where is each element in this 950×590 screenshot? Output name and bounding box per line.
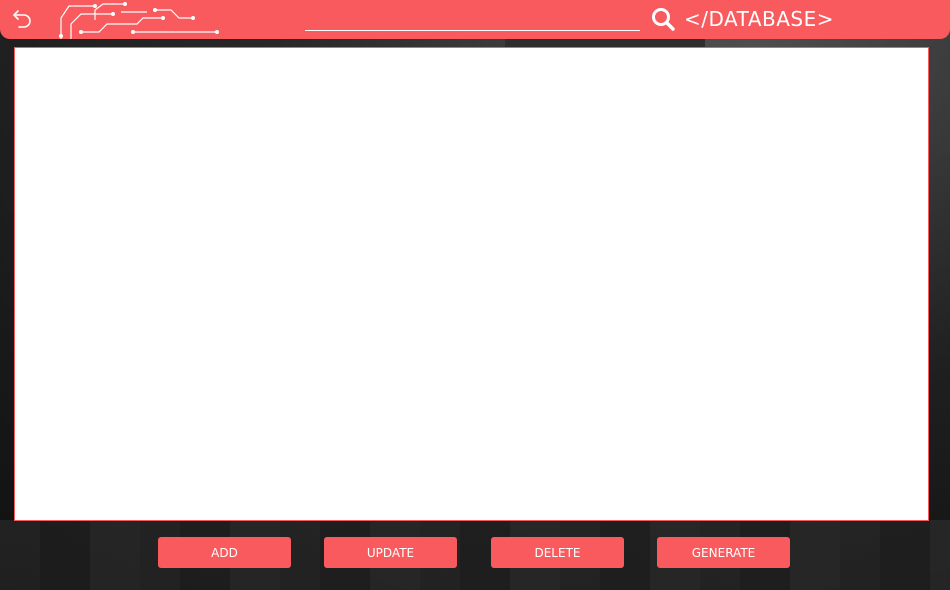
update-button[interactable]: UPDATE xyxy=(324,537,457,568)
data-table-panel[interactable] xyxy=(14,47,929,521)
back-button[interactable] xyxy=(8,4,38,34)
search-button[interactable] xyxy=(648,4,678,34)
background-floor xyxy=(0,520,950,590)
search-input[interactable] xyxy=(305,6,640,31)
generate-button[interactable]: GENERATE xyxy=(657,537,790,568)
delete-button[interactable]: DELETE xyxy=(491,537,624,568)
add-button[interactable]: ADD xyxy=(158,537,291,568)
search-icon xyxy=(652,8,675,31)
page-title: </DATABASE> xyxy=(684,7,835,31)
back-arrow-icon xyxy=(13,10,31,28)
circuit-logo xyxy=(59,2,219,39)
top-bar: </DATABASE> xyxy=(0,0,950,39)
